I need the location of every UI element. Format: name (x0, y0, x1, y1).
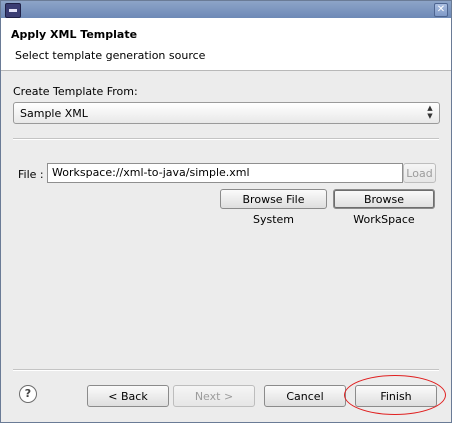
close-icon[interactable]: ✕ (434, 3, 448, 17)
eclipse-app-icon (5, 3, 21, 18)
browse-file-system-button[interactable]: Browse File System (220, 189, 327, 226)
load-button[interactable]: Load (403, 163, 436, 183)
footer-separator (13, 369, 439, 371)
help-icon[interactable]: ? (19, 385, 37, 403)
title-bar[interactable]: ✕ (1, 1, 451, 18)
finish-button[interactable]: Finish (355, 385, 437, 407)
cancel-button[interactable]: Cancel (264, 385, 346, 407)
dialog-title: Apply XML Template (11, 28, 138, 41)
back-button[interactable]: < Back (87, 385, 169, 407)
header-banner: Apply XML Template Select template gener… (1, 18, 451, 71)
file-label: File : (18, 168, 44, 181)
create-template-from-label: Create Template From: (13, 85, 138, 98)
template-source-select[interactable]: Sample XML ▲ ▼ (13, 102, 440, 124)
file-path-input[interactable]: Workspace://xml-to-java/simple.xml (47, 163, 403, 183)
separator (13, 138, 439, 140)
apply-xml-template-dialog: ✕ Apply XML Template Select template gen… (0, 0, 452, 423)
next-button[interactable]: Next > (173, 385, 255, 407)
up-down-arrows-icon: ▲ ▼ (427, 104, 433, 120)
browse-workspace-button[interactable]: Browse WorkSpace (333, 189, 435, 226)
dialog-description: Select template generation source (15, 49, 206, 62)
template-source-value: Sample XML (20, 107, 88, 120)
